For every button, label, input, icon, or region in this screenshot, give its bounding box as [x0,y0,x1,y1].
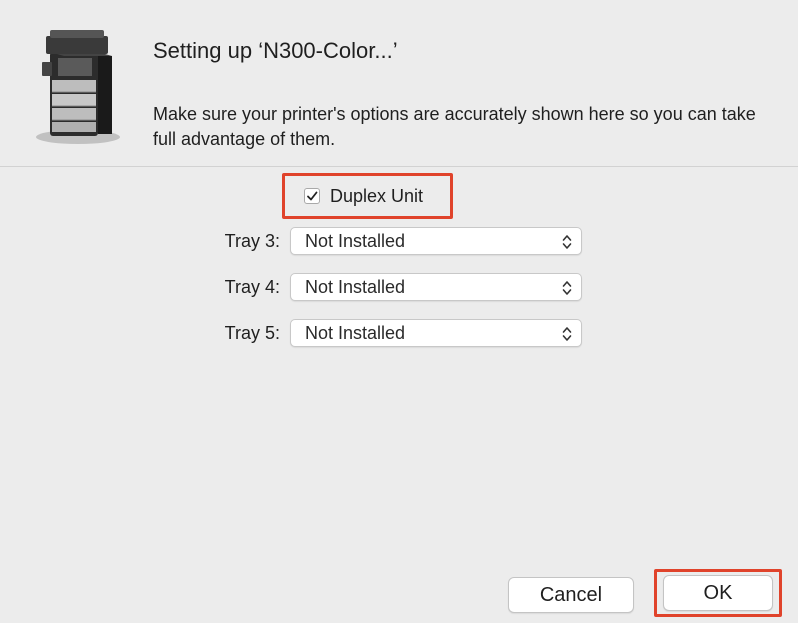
duplex-unit-checkbox[interactable] [304,188,320,204]
tray-3-value: Not Installed [305,230,406,251]
tray-3-row: Tray 3: Not Installed [150,226,582,256]
separator [0,166,798,167]
tray-5-value: Not Installed [305,322,406,343]
dialog-message: Make sure your printer's options are acc… [153,104,756,149]
ok-button[interactable]: OK [663,575,773,611]
printer-setup-dialog: Setting up ‘N300-Color...’ Make sure you… [0,0,798,623]
duplex-unit-label[interactable]: Duplex Unit [330,186,423,207]
tray-3-select[interactable]: Not Installed [290,227,582,255]
tray-5-select[interactable]: Not Installed [290,319,582,347]
tray-5-row: Tray 5: Not Installed [150,318,582,348]
chevron-up-down-icon [562,235,572,249]
tray-4-row: Tray 4: Not Installed [150,272,582,302]
tray-4-value: Not Installed [305,276,406,297]
dialog-title: Setting up ‘N300-Color...’ [153,38,398,63]
cancel-button[interactable]: Cancel [508,577,634,613]
printer-icon [36,30,120,144]
chevron-up-down-icon [562,327,572,341]
tray-4-label: Tray 4: [224,276,280,297]
chevron-up-down-icon [562,281,572,295]
tray-5-label: Tray 5: [224,322,280,343]
tray-4-select[interactable]: Not Installed [290,273,582,301]
checkmark-icon [307,191,318,201]
tray-3-label: Tray 3: [224,230,280,251]
duplex-unit-highlight: Duplex Unit [282,173,453,219]
